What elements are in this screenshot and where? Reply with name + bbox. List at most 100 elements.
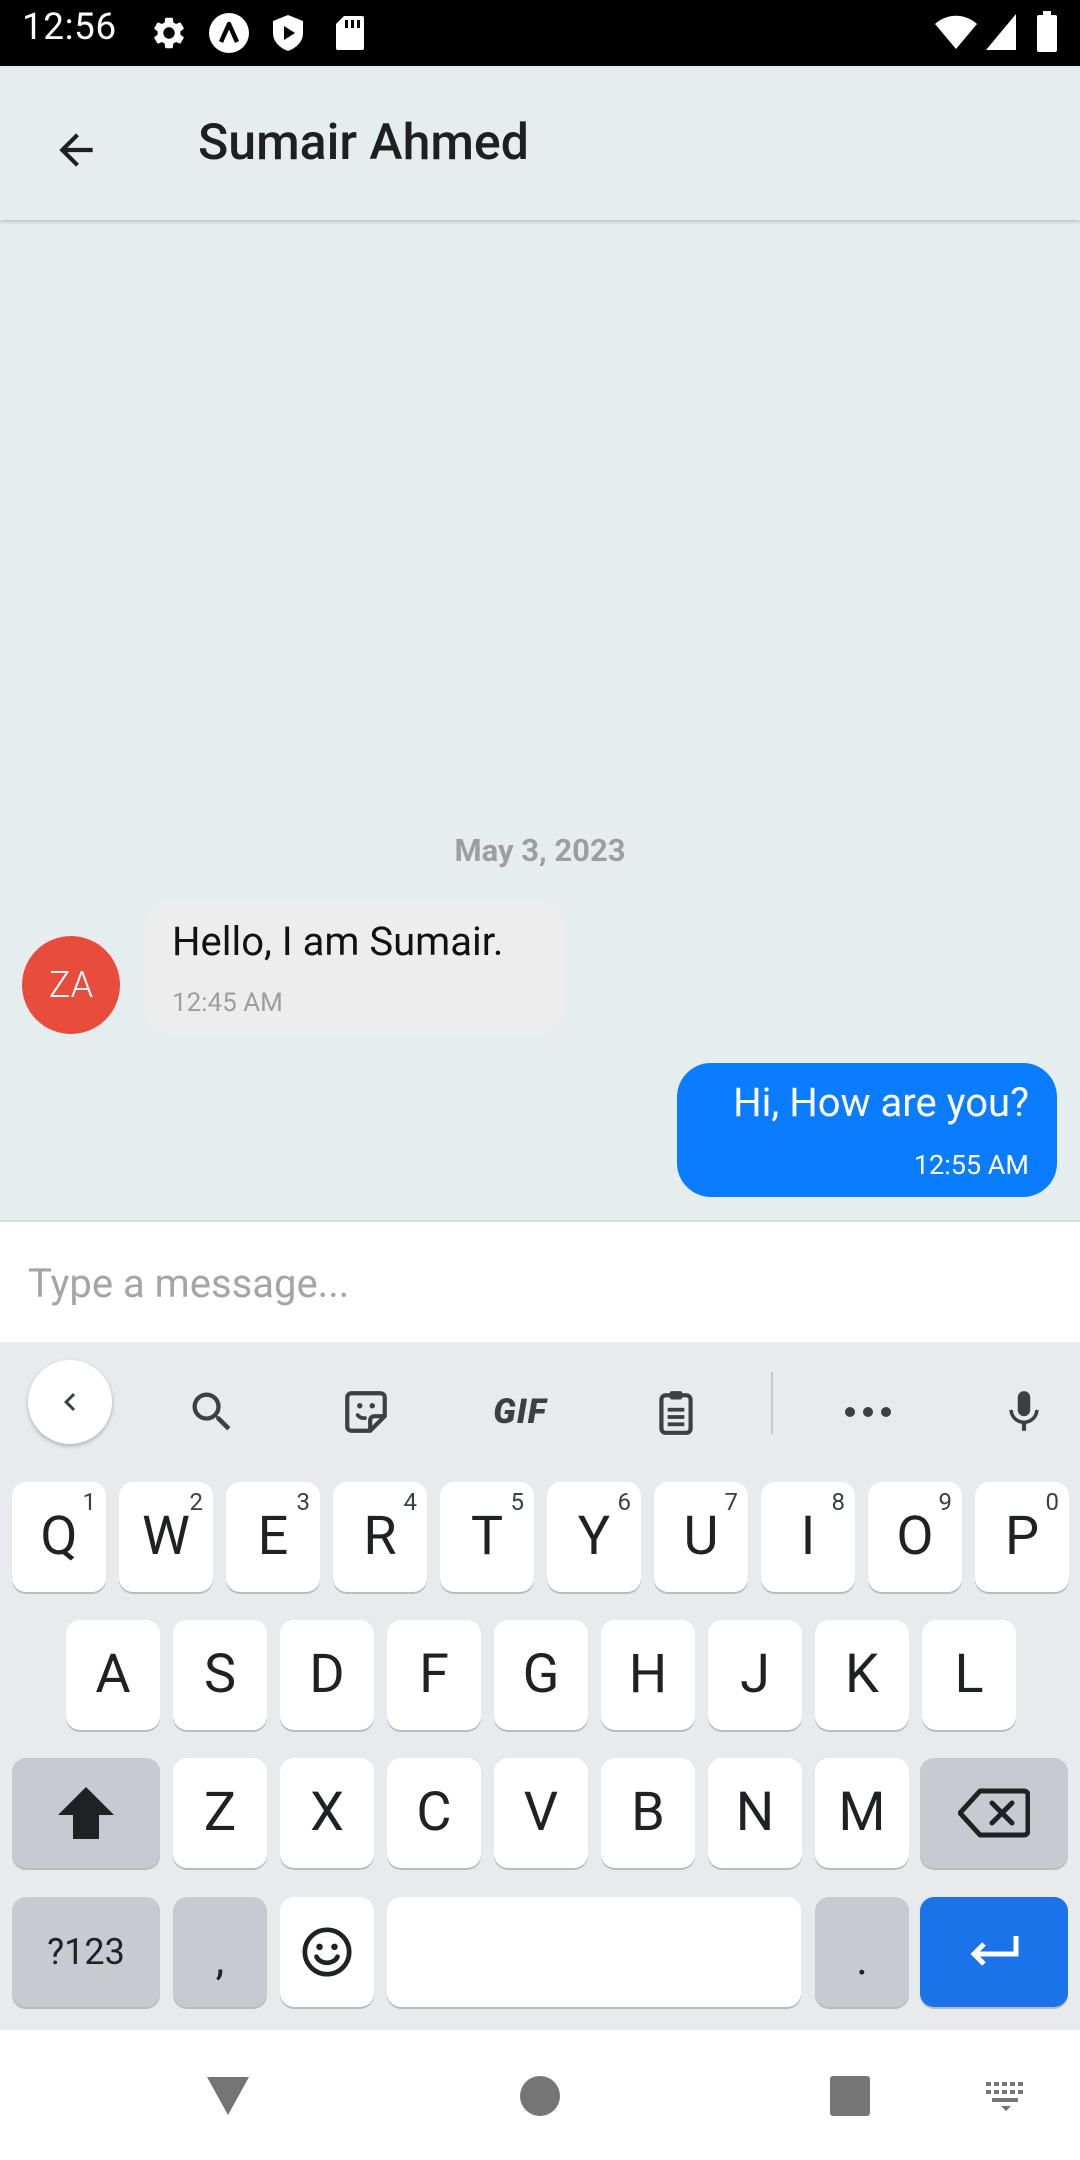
key-l[interactable]: L [922,1620,1016,1730]
enter-arrow-icon [966,1932,1022,1972]
key-r[interactable]: 4R [333,1482,427,1592]
key-label: . [856,1933,868,1985]
key-e[interactable]: 3E [226,1482,320,1592]
key-label: , [215,1933,225,1985]
status-bar: 12:56 [0,0,1080,66]
shift-icon [56,1785,116,1841]
key-label: W [142,1505,190,1568]
key-hint: 7 [724,1488,739,1516]
sticker-icon [341,1387,391,1437]
backspace-icon [958,1787,1030,1839]
key-b[interactable]: B [601,1758,695,1868]
comma-key[interactable]: , [173,1897,267,2007]
voice-input-button[interactable] [982,1370,1066,1454]
key-label: T [470,1505,504,1568]
key-i[interactable]: 8I [761,1482,855,1592]
key-y[interactable]: 6Y [547,1482,641,1592]
more-icon [842,1405,894,1419]
key-label: C [416,1781,452,1844]
key-t[interactable]: 5T [440,1482,534,1592]
key-label: A [95,1643,131,1706]
key-u[interactable]: 7U [654,1482,748,1592]
symbols-key[interactable]: ?123 [12,1897,160,2007]
keyboard-collapse-button[interactable] [28,1360,112,1444]
key-label: U [683,1505,719,1568]
key-x[interactable]: X [280,1758,374,1868]
key-v[interactable]: V [494,1758,588,1868]
key-label: D [309,1643,345,1706]
key-hint: 2 [189,1488,204,1516]
key-label: P [1004,1505,1040,1568]
key-label: X [310,1781,344,1844]
key-f[interactable]: F [387,1620,481,1730]
search-icon [186,1386,238,1438]
key-a[interactable]: A [66,1620,160,1730]
incoming-message-bubble[interactable]: Hello, I am Sumair. 12:45 AM [144,900,564,1035]
avatar[interactable]: ZA [22,936,120,1034]
backspace-key[interactable] [920,1758,1068,1868]
sd-card-icon [334,14,366,52]
key-label: G [522,1643,560,1706]
gif-button[interactable]: GIF [478,1370,562,1454]
key-w[interactable]: 2W [119,1482,213,1592]
key-h[interactable]: H [601,1620,695,1730]
back-triangle-icon [205,2075,251,2117]
keyboard-switch-button[interactable] [982,2076,1030,2116]
key-label: H [628,1643,668,1706]
key-hint: 8 [831,1488,846,1516]
arch-app-icon [208,12,250,54]
chevron-left-icon [52,1384,88,1420]
back-button[interactable] [36,110,116,190]
key-label: Z [203,1781,237,1844]
spacebar-key[interactable] [387,1897,801,2007]
key-o[interactable]: 9O [868,1482,962,1592]
key-label: V [523,1781,559,1844]
key-label: R [363,1505,397,1568]
key-k[interactable]: K [815,1620,909,1730]
period-key[interactable]: . [815,1897,909,2007]
avatar-initials: ZA [48,964,94,1006]
key-hint: 9 [938,1488,953,1516]
key-label: Y [577,1505,611,1568]
key-label: Q [40,1505,78,1568]
key-hint: 1 [82,1488,97,1516]
keyboard-switch-icon [984,2080,1028,2112]
key-g[interactable]: G [494,1620,588,1730]
date-divider: May 3, 2023 [454,832,626,869]
key-q[interactable]: 1Q [12,1482,106,1592]
emoji-icon [299,1924,355,1980]
nav-recents-button[interactable] [818,2064,882,2128]
key-z[interactable]: Z [173,1758,267,1868]
key-hint: 4 [403,1488,418,1516]
key-label: O [896,1505,934,1568]
clipboard-button[interactable] [634,1370,718,1454]
key-label: ?123 [47,1931,125,1973]
more-options-button[interactable] [826,1370,910,1454]
key-p[interactable]: 0P [975,1482,1069,1592]
sticker-button[interactable] [324,1370,408,1454]
message-text: Hi, How are you? [733,1079,1029,1126]
key-j[interactable]: J [708,1620,802,1730]
emoji-key[interactable] [280,1897,374,2007]
arrow-left-icon [51,125,101,175]
clipboard-icon [651,1387,701,1437]
key-d[interactable]: D [280,1620,374,1730]
message-input[interactable] [0,1222,1080,1344]
key-m[interactable]: M [815,1758,909,1868]
chat-header: Sumair Ahmed [0,66,1080,220]
key-hint: 6 [617,1488,632,1516]
key-s[interactable]: S [173,1620,267,1730]
key-n[interactable]: N [708,1758,802,1868]
nav-back-button[interactable] [196,2064,260,2128]
message-text: Hello, I am Sumair. [172,918,504,965]
outgoing-message-bubble[interactable]: Hi, How are you? 12:55 AM [677,1063,1057,1197]
settings-icon [150,14,188,52]
nav-home-button[interactable] [508,2064,572,2128]
wifi-icon [934,13,978,51]
message-time: 12:55 AM [913,1149,1029,1181]
enter-key[interactable] [920,1897,1068,2007]
microphone-icon [999,1384,1049,1440]
key-c[interactable]: C [387,1758,481,1868]
keyboard-search-button[interactable] [170,1370,254,1454]
shift-key[interactable] [12,1758,160,1868]
